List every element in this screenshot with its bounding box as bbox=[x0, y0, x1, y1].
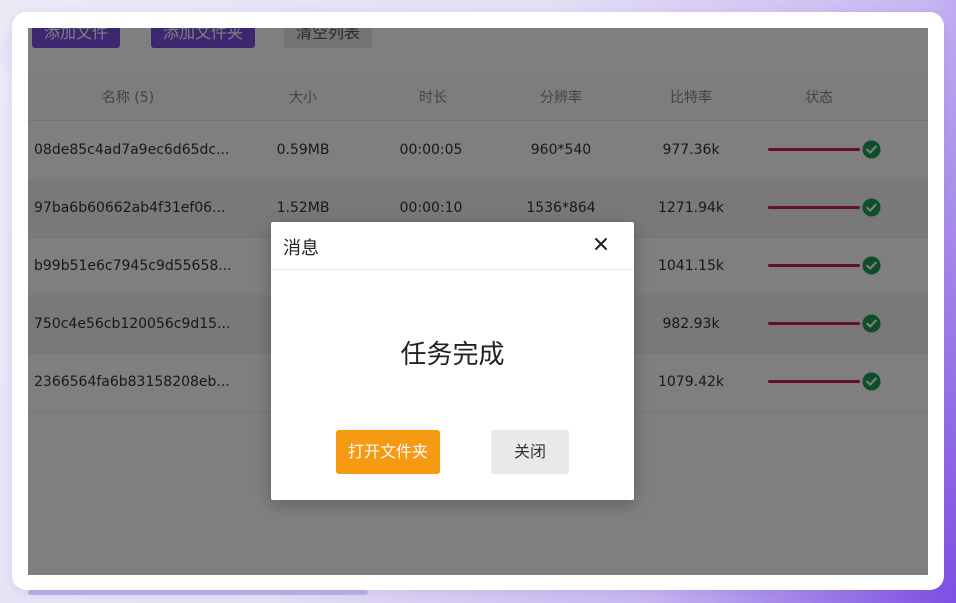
dialog-message: 任务完成 bbox=[400, 340, 505, 370]
dialog-header: 消息 bbox=[271, 222, 634, 270]
close-button[interactable]: 关闭 bbox=[491, 430, 569, 474]
open-folder-button[interactable]: 打开文件夹 bbox=[336, 430, 440, 474]
message-dialog: 消息 任务完成 打开文件夹 关闭 bbox=[271, 222, 634, 500]
close-icon[interactable] bbox=[588, 231, 614, 257]
bottom-accent-strip bbox=[28, 590, 368, 595]
dialog-title: 消息 bbox=[283, 238, 319, 259]
